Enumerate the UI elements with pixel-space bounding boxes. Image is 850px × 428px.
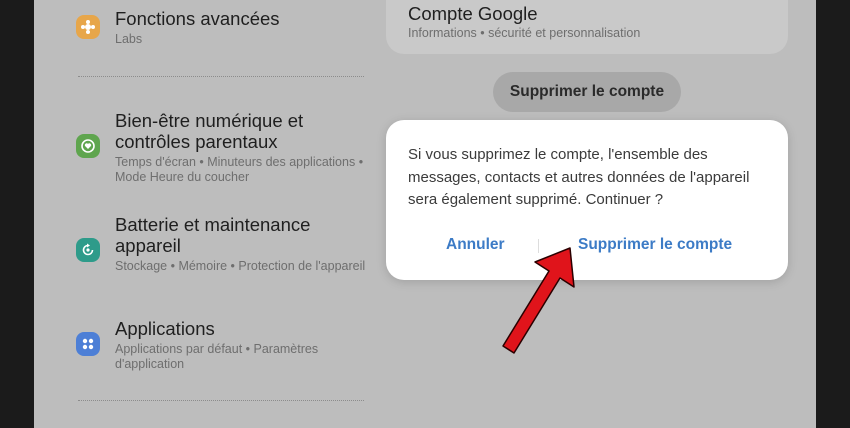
account-title: Compte Google <box>408 3 538 24</box>
star-gear-icon <box>76 15 100 39</box>
confirm-remove-button[interactable]: Supprimer le compte <box>578 236 732 254</box>
remove-account-button[interactable]: Supprimer le compte <box>493 72 681 112</box>
item-title: Batterie et maintenance appareil <box>115 214 311 256</box>
item-subtitle: Applications par défaut • Paramètres d'a… <box>115 342 319 371</box>
cancel-button[interactable]: Annuler <box>446 236 505 254</box>
google-account-card[interactable]: Compte Google Informations • sécurité et… <box>386 0 788 54</box>
confirm-dialog: Si vous supprimez le compte, l'ensemble … <box>386 120 788 280</box>
button-divider <box>538 239 539 253</box>
settings-list: Fonctions avancées Labs Bien-être numéri… <box>34 0 374 428</box>
refresh-circle-icon <box>76 238 100 262</box>
divider <box>78 400 364 401</box>
divider <box>78 76 364 77</box>
item-subtitle: Stockage • Mémoire • Protection de l'app… <box>115 259 366 273</box>
account-subtitle: Informations • sécurité et personnalisat… <box>408 26 641 40</box>
apps-grid-icon <box>76 332 100 356</box>
item-title: Applications <box>115 318 215 339</box>
heart-circle-icon <box>76 134 100 158</box>
settings-screen: Fonctions avancées Labs Bien-être numéri… <box>34 0 816 428</box>
dialog-message: Si vous supprimez le compte, l'ensemble … <box>408 146 750 208</box>
item-title: Fonctions avancées <box>115 8 280 29</box>
item-subtitle: Temps d'écran • Minuteurs des applicatio… <box>115 155 364 184</box>
item-subtitle: Labs <box>115 32 143 46</box>
item-title: Bien-être numérique et contrôles parenta… <box>115 110 304 152</box>
